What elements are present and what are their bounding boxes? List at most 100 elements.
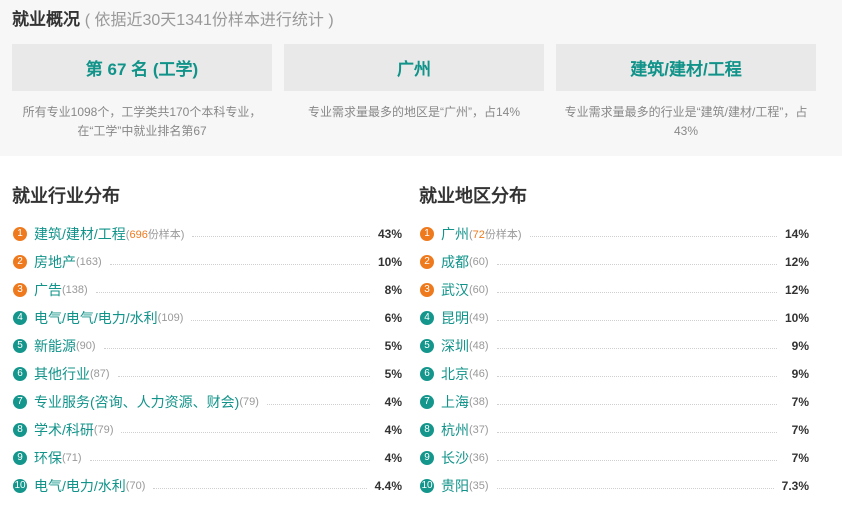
dotted-leader (89, 459, 370, 461)
top-industry-card: 建筑/建材/工程 (556, 44, 816, 91)
top-region-headline: 广州 (397, 60, 431, 79)
sample-count: (72份样本) (469, 226, 522, 242)
industry-name-link[interactable]: 电气/电气/电力/水利 (34, 308, 158, 328)
percentage: 9% (791, 339, 809, 353)
percentage: 5% (384, 367, 402, 381)
region-name-link[interactable]: 贵阳 (441, 476, 469, 496)
rank-badge: 10 (420, 479, 434, 493)
industry-name-link[interactable]: 建筑/建材/工程 (34, 224, 126, 244)
count-value: 71 (65, 452, 78, 464)
region-row: 1 广州 (72份样本) 14% (419, 220, 809, 248)
region-distribution: 就业地区分布 1 广州 (72份样本) 14% 2 成都 (60) 12% 3 武汉 (60) 12%… (419, 176, 809, 500)
rank-badge: 9 (420, 451, 434, 465)
sample-count: (90) (76, 340, 96, 352)
region-name-link[interactable]: 武汉 (441, 280, 469, 300)
count-value: 109 (161, 312, 180, 324)
dotted-leader (496, 375, 777, 377)
percentage: 4% (384, 451, 402, 465)
count-value: 90 (79, 340, 92, 352)
rank-badge: 6 (13, 367, 27, 381)
count-close: ) (105, 368, 110, 380)
rank-badge: 3 (420, 283, 434, 297)
percentage: 7% (791, 423, 809, 437)
rank-badge: 8 (420, 423, 434, 437)
percentage: 7% (791, 395, 809, 409)
industry-name-link[interactable]: 新能源 (34, 336, 76, 356)
count-close: ) (484, 256, 489, 268)
dotted-leader (496, 431, 777, 433)
count-close: ) (484, 368, 489, 380)
rank-badge: 5 (13, 339, 27, 353)
industry-name-link[interactable]: 其他行业 (34, 364, 90, 384)
sample-count: (79) (94, 424, 114, 436)
dotted-leader (496, 291, 777, 293)
sample-count: (36) (469, 452, 489, 464)
count-value: 49 (472, 312, 485, 324)
industry-name-link[interactable]: 环保 (34, 448, 62, 468)
ranking-card: 第 67 名 (工学) (12, 44, 272, 91)
sample-count: (60) (469, 256, 489, 268)
industry-name-link[interactable]: 学术/科研 (34, 420, 94, 440)
industry-row: 2 房地产 (163) 10% (12, 248, 402, 276)
count-value: 70 (129, 480, 142, 492)
rank-badge: 10 (13, 479, 27, 493)
industry-name-link[interactable]: 广告 (34, 280, 62, 300)
percentage: 12% (784, 255, 809, 269)
top-region-card: 广州 (284, 44, 544, 91)
sample-count: (79) (239, 396, 259, 408)
count-close: ) (109, 424, 114, 436)
rank-badge: 6 (420, 367, 434, 381)
rank-badge: 9 (13, 451, 27, 465)
region-row: 4 昆明 (49) 10% (419, 304, 809, 332)
region-name-link[interactable]: 成都 (441, 252, 469, 272)
percentage: 4.4% (374, 479, 402, 493)
count-value: 138 (65, 284, 85, 296)
industry-name-link[interactable]: 房地产 (34, 252, 76, 272)
industry-row: 1 建筑/建材/工程 (696份样本) 43% (12, 220, 402, 248)
sample-count: (60) (469, 284, 489, 296)
region-name-link[interactable]: 深圳 (441, 336, 469, 356)
industry-row: 8 学术/科研 (79) 4% (12, 416, 402, 444)
rank-badge: 8 (13, 423, 27, 437)
percentage: 6% (384, 311, 402, 325)
count-close: ) (484, 312, 489, 324)
overview-panel: 就业概况 ( 依据近30天1341份样本进行统计 ) 第 67 名 (工学) 所… (0, 0, 842, 156)
rank-badge: 3 (13, 283, 27, 297)
region-name-link[interactable]: 广州 (441, 224, 469, 244)
region-name-link[interactable]: 杭州 (441, 420, 469, 440)
rank-badge: 1 (420, 227, 434, 241)
dotted-leader (95, 291, 370, 293)
dotted-leader (496, 347, 777, 349)
count-close: ) (484, 424, 489, 436)
rank-badge: 1 (13, 227, 27, 241)
dotted-leader (117, 375, 370, 377)
overview-subtitle: ( 依据近30天1341份样本进行统计 ) (84, 12, 334, 29)
dotted-leader (192, 235, 370, 237)
percentage: 4% (384, 395, 402, 409)
sample-count: (87) (90, 368, 110, 380)
count-close: ) (484, 284, 489, 296)
dotted-leader (496, 403, 777, 405)
dotted-leader (266, 403, 370, 405)
count-close: ) (91, 340, 96, 352)
count-value: 696 (129, 229, 148, 241)
sample-count: (49) (469, 312, 489, 324)
percentage: 7% (791, 451, 809, 465)
industry-name-link[interactable]: 电气/电力/水利 (34, 476, 126, 496)
region-name-link[interactable]: 昆明 (441, 308, 469, 328)
count-value: 38 (472, 396, 485, 408)
count-value: 60 (472, 256, 485, 268)
dotted-leader (121, 431, 370, 433)
rank-badge: 4 (420, 311, 434, 325)
rank-badge: 4 (13, 311, 27, 325)
region-name-link[interactable]: 北京 (441, 364, 469, 384)
region-name-link[interactable]: 长沙 (441, 448, 469, 468)
industry-row: 7 专业服务(咨询、人力资源、财会) (79) 4% (12, 388, 402, 416)
industry-name-link[interactable]: 专业服务(咨询、人力资源、财会) (34, 392, 239, 412)
count-value: 79 (97, 424, 110, 436)
sample-count: (46) (469, 368, 489, 380)
region-name-link[interactable]: 上海 (441, 392, 469, 412)
region-row: 2 成都 (60) 12% (419, 248, 809, 276)
dotted-leader (109, 263, 370, 265)
percentage: 5% (384, 339, 402, 353)
